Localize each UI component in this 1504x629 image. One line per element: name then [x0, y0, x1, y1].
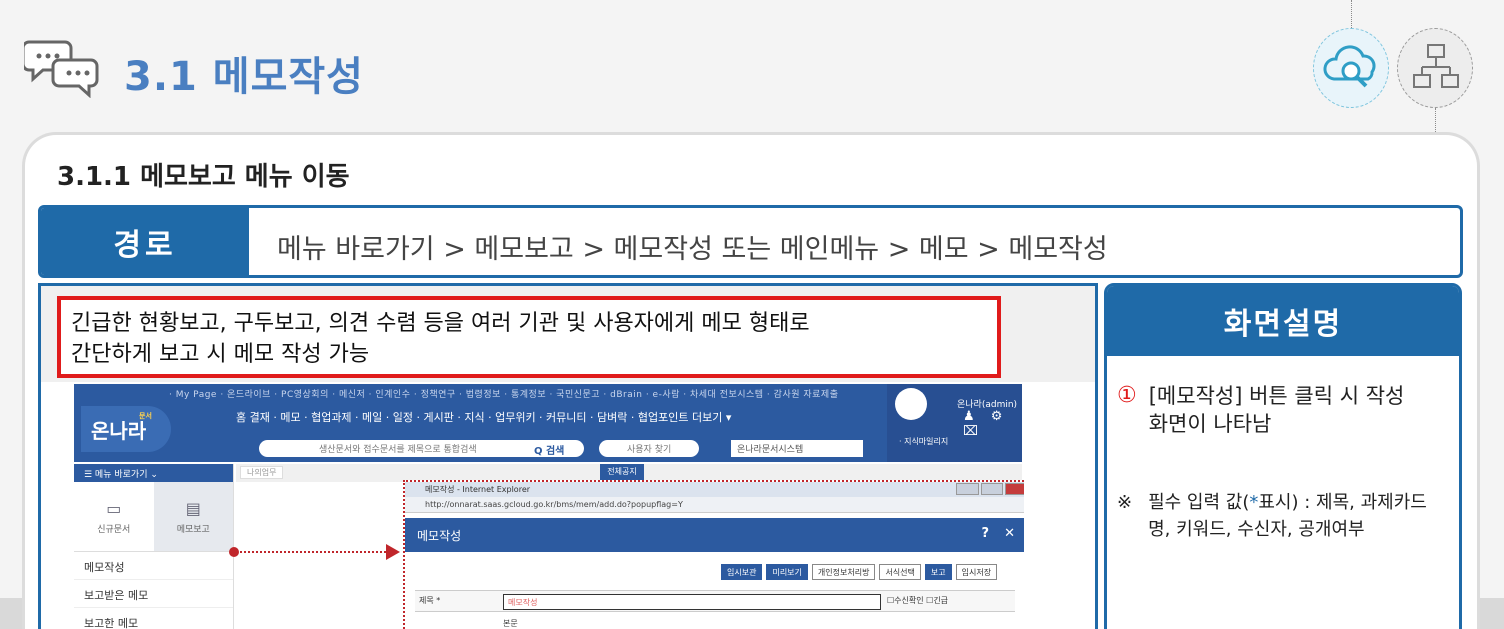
- person-search-input[interactable]: 사용자 찾기: [599, 440, 699, 457]
- help-icon[interactable]: ?: [981, 526, 989, 541]
- user-icons[interactable]: ♟ ⚙ ⌧: [963, 409, 1022, 439]
- sidebar-item-memo-write[interactable]: 메모작성: [74, 552, 233, 580]
- note-1-text: [메모작성] 버튼 클릭 시 작성 화면이 나타남: [1148, 384, 1405, 436]
- tab-label: 메모보고: [176, 524, 210, 535]
- callout-dot: [229, 547, 239, 557]
- path-label: 경로: [41, 208, 249, 275]
- onnara-logo[interactable]: 온나라 문서: [81, 406, 171, 452]
- note-2-pre: 필수 입력 값(: [1148, 492, 1250, 513]
- doc-system-select[interactable]: 온나라문서시스템: [731, 440, 863, 457]
- privacy-button[interactable]: 개인정보처리방: [811, 564, 876, 580]
- title-row: 제목 * 메모작성 ☐수신확인 ☐긴급: [415, 590, 1015, 612]
- user-area: 온나라(admin) ♟ ⚙ ⌧ · 지식마일리지: [887, 384, 1022, 462]
- memo-dialog-header: 메모작성 ? ✕: [405, 518, 1024, 552]
- knowledge-mileage[interactable]: · 지식마일리지: [899, 436, 948, 447]
- minimize-button[interactable]: [956, 483, 979, 495]
- memo-toolbar: 임시보관 미리보기 개인정보처리방 서식선택 보고 임시저장: [721, 564, 998, 580]
- org-chart-button[interactable]: [1397, 28, 1473, 108]
- portal-header: · My Page · 온드라이브 · PC영상회의 · 메신저 · 인계인수 …: [74, 384, 1022, 462]
- monitor-icon: ▭: [106, 498, 122, 518]
- preview-button[interactable]: 미리보기: [766, 564, 808, 580]
- note-2: ※ 필수 입력 값(*표시) : 제목, 과제카드명, 키워드, 수신자, 공개…: [1117, 489, 1438, 543]
- cloud-search-button[interactable]: [1313, 28, 1389, 108]
- cloud-search-icon: [1323, 45, 1376, 88]
- note-2-text: 필수 입력 값(*표시) : 제목, 과제카드명, 키워드, 수신자, 공개여부: [1148, 489, 1438, 543]
- note-mark: ※: [1117, 492, 1133, 513]
- logo-sub: 문서: [139, 412, 152, 420]
- sidebar-head[interactable]: ☰ 메뉴 바로가기 ⌄: [74, 464, 233, 482]
- option-checkboxes[interactable]: ☐수신확인 ☐긴급: [887, 595, 948, 606]
- report-button[interactable]: 보고: [924, 564, 952, 580]
- tab-label: 신규문서: [97, 524, 131, 535]
- dotted-connector: [1351, 0, 1352, 28]
- search-button[interactable]: Q 검색: [534, 442, 564, 457]
- window-close-button[interactable]: [1005, 483, 1024, 495]
- tab-memo-report[interactable]: ▤ 메모보고: [153, 482, 233, 551]
- title-input[interactable]: 메모작성: [503, 594, 881, 610]
- tab-my-work[interactable]: 나의업무: [240, 466, 284, 479]
- description-box: 긴급한 현황보고, 구두보고, 의견 수렴 등을 여러 기관 및 사용자에게 메…: [57, 296, 1001, 378]
- page: 3.1 메모작성 3.1.1 메모보고 메뉴 이동 경로 메뉴 바로가기 > 메…: [0, 0, 1504, 629]
- asterisk-mark: *: [1249, 492, 1259, 513]
- body-label: 본문: [503, 619, 518, 628]
- org-chart-icon: [1413, 44, 1459, 88]
- chat-bubbles-icon: [24, 40, 99, 98]
- popup-title: 메모작성 - Internet Explorer: [425, 485, 531, 494]
- window-buttons: [956, 483, 1024, 495]
- title-label: 제목 *: [419, 596, 441, 605]
- memo-dialog-title: 메모작성: [417, 529, 462, 543]
- screen-description-title: 화면설명: [1107, 286, 1459, 356]
- sidebar-item-sent-memo[interactable]: 보고한 메모: [74, 608, 233, 629]
- path-box: 경로 메뉴 바로가기 > 메모보고 > 메모작성 또는 메인메뉴 > 메모 > …: [38, 205, 1463, 278]
- tab-notice[interactable]: 전체공지: [600, 464, 644, 480]
- note-number: ①: [1117, 383, 1137, 408]
- sidebar: ☰ 메뉴 바로가기 ⌄ ▭ 신규문서 ▤ 메모보고 메모작성 보고받은 메모 보…: [74, 464, 234, 629]
- note-1: ① [메모작성] 버튼 클릭 시 작성 화면이 나타남: [1117, 382, 1409, 438]
- top-links[interactable]: · My Page · 온드라이브 · PC영상회의 · 메신저 · 인계인수 …: [169, 387, 838, 400]
- temp-keep-button[interactable]: 임시보관: [721, 564, 763, 580]
- document-icon: ▤: [185, 498, 201, 518]
- description-line: 간단하게 보고 시 메모 작성 가능: [71, 342, 370, 367]
- callout-arrowhead: [386, 544, 400, 560]
- page-title: 3.1 메모작성: [124, 54, 364, 100]
- memo-popup-window: 메모작성 - Internet Explorer http://onnarat.…: [403, 480, 1024, 629]
- popup-titlebar: 메모작성 - Internet Explorer: [405, 482, 1024, 497]
- tab-new-doc[interactable]: ▭ 신규문서: [74, 482, 154, 551]
- close-icon[interactable]: ✕: [1004, 526, 1015, 541]
- callout-line: [233, 551, 398, 553]
- popup-url-bar[interactable]: http://onnarat.saas.gcloud.go.kr/bms/mem…: [405, 497, 1024, 513]
- dotted-connector: [1435, 108, 1436, 132]
- temp-save-button[interactable]: 임시저장: [955, 564, 998, 580]
- path-text: 메뉴 바로가기 > 메모보고 > 메모작성 또는 메인메뉴 > 메모 > 메모작…: [277, 234, 1108, 265]
- embedded-screenshot: · My Page · 온드라이브 · PC영상회의 · 메신저 · 인계인수 …: [74, 384, 1024, 629]
- screen-description-panel: 화면설명 ① [메모작성] 버튼 클릭 시 작성 화면이 나타남 ※ 필수 입력…: [1104, 283, 1462, 629]
- template-select-button[interactable]: 서식선택: [879, 564, 921, 580]
- sidebar-tabs: ▭ 신규문서 ▤ 메모보고: [74, 482, 233, 552]
- sidebar-item-received-memo[interactable]: 보고받은 메모: [74, 580, 233, 608]
- description-line: 긴급한 현황보고, 구두보고, 의견 수렴 등을 여러 기관 및 사용자에게 메…: [71, 311, 810, 336]
- section-title: 3.1.1 메모보고 메뉴 이동: [57, 162, 350, 192]
- maximize-button[interactable]: [980, 483, 1004, 495]
- main-menu[interactable]: 홈 결재 · 메모 · 협업과제 · 메일 · 일정 · 게시판 · 지식 · …: [236, 409, 731, 425]
- logo-text: 온나라: [91, 418, 147, 443]
- user-avatar[interactable]: [895, 388, 927, 420]
